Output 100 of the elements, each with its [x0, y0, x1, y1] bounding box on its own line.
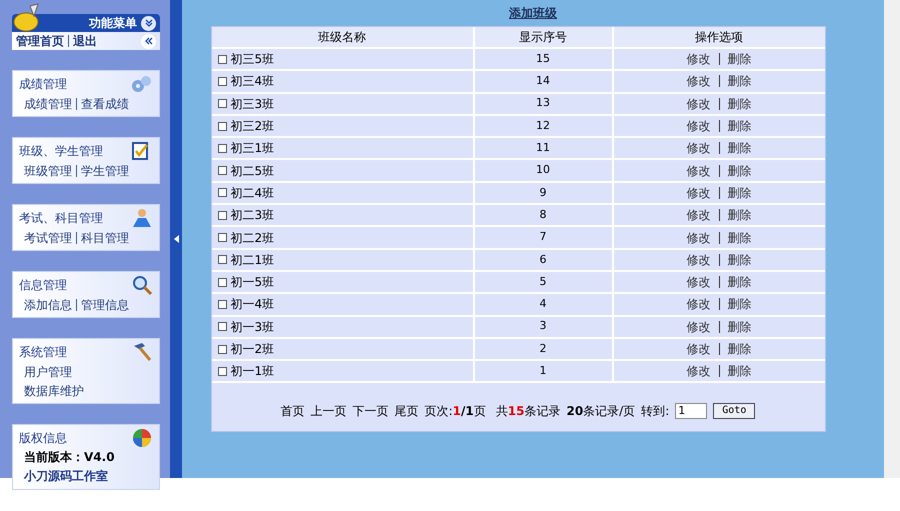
row-checkbox[interactable]: [218, 122, 226, 131]
table-cell-text: 初一4班: [230, 296, 274, 314]
table-cell: 14: [474, 71, 614, 92]
column-header: 班级名称: [212, 27, 474, 47]
row-checkbox[interactable]: [218, 54, 226, 64]
pager-link[interactable]: 尾页: [394, 402, 419, 420]
table-cell-text: 初二2班: [230, 230, 274, 247]
table-cell-text: 初二5班: [230, 162, 274, 180]
action-link[interactable]: 修改: [686, 362, 710, 380]
action-link[interactable]: 修改: [686, 139, 710, 158]
studio-text: 小刀源码工作室: [22, 468, 109, 485]
page-input[interactable]: 1: [675, 403, 708, 420]
row-checkbox[interactable]: [218, 366, 226, 376]
row-checkbox[interactable]: [218, 166, 226, 176]
record-count: 共15条记录: [496, 403, 560, 420]
collapse-icon[interactable]: [141, 16, 156, 30]
table-cell: 4: [474, 294, 614, 315]
double-left-icon[interactable]: [141, 34, 156, 48]
action-link[interactable]: 删除: [728, 206, 752, 224]
action-link[interactable]: 删除: [728, 117, 752, 136]
action-link[interactable]: 修改: [686, 318, 710, 336]
menu-title: 功能菜单: [89, 15, 137, 32]
table-cell-text: 初三3班: [230, 96, 274, 113]
action-link[interactable]: 删除: [728, 184, 752, 202]
row-checkbox[interactable]: [218, 300, 226, 309]
action-link[interactable]: 修改: [686, 206, 710, 224]
table-cell: 1: [474, 361, 614, 382]
row-checkbox[interactable]: [218, 322, 226, 332]
action-link[interactable]: 删除: [728, 228, 752, 247]
menu-link[interactable]: 查看成绩: [81, 94, 129, 112]
action-link[interactable]: 删除: [728, 295, 752, 314]
menu-link[interactable]: 退出: [73, 32, 97, 50]
column-header: 显示序号: [474, 27, 614, 47]
row-checkbox[interactable]: [218, 99, 226, 108]
table-cell-text: 初三4班: [230, 73, 274, 90]
menu-link[interactable]: 科目管理: [81, 228, 129, 246]
action-link[interactable]: 删除: [728, 72, 752, 90]
page-title-link[interactable]: 添加班级: [509, 4, 557, 26]
table-cell: 11: [474, 138, 614, 158]
action-link[interactable]: 修改: [686, 50, 710, 68]
action-link[interactable]: 修改: [686, 295, 710, 314]
table-cell: 12: [474, 116, 614, 136]
table-cell-text: 初一5班: [230, 274, 274, 292]
person-icon: [131, 207, 153, 229]
action-link[interactable]: 修改: [686, 94, 710, 113]
table-cell: 7: [474, 227, 614, 248]
row-checkbox[interactable]: [218, 278, 226, 287]
action-link[interactable]: 删除: [728, 94, 752, 113]
per-page-text: 20条记录/页: [566, 403, 636, 420]
menu-link[interactable]: 添加信息: [24, 296, 72, 314]
section-title: 版权信息: [19, 430, 67, 447]
action-link[interactable]: 删除: [728, 50, 752, 68]
row-checkbox[interactable]: [218, 255, 226, 264]
menu-link[interactable]: 管理信息: [81, 296, 129, 314]
menu-link[interactable]: 管理首页: [16, 32, 64, 50]
table-cell: 13: [474, 94, 614, 114]
action-link[interactable]: 修改: [686, 117, 710, 136]
menu-link[interactable]: 考试管理: [24, 228, 72, 246]
action-link[interactable]: 修改: [686, 250, 710, 269]
goto-button[interactable]: Goto: [713, 403, 756, 420]
action-link[interactable]: 修改: [686, 340, 710, 358]
action-link[interactable]: 删除: [728, 362, 752, 380]
action-link[interactable]: 删除: [728, 250, 752, 269]
action-link[interactable]: 删除: [728, 139, 752, 158]
collapse-arrow-icon[interactable]: [174, 235, 178, 243]
action-link[interactable]: 删除: [728, 318, 752, 336]
action-link[interactable]: 修改: [686, 72, 710, 90]
action-link[interactable]: 删除: [728, 340, 752, 358]
menu-link[interactable]: 成绩管理: [24, 94, 72, 112]
table-cell-text: 初二1班: [230, 252, 274, 269]
action-link[interactable]: 修改: [686, 162, 710, 180]
table-cell: 8: [474, 205, 614, 226]
row-checkbox[interactable]: [218, 188, 226, 198]
action-link[interactable]: 删除: [728, 273, 752, 292]
pager-link[interactable]: 首页: [280, 402, 305, 420]
action-link[interactable]: 删除: [728, 162, 752, 180]
section-title: 信息管理: [19, 277, 67, 294]
menu-link[interactable]: 班级管理: [24, 162, 72, 180]
row-checkbox[interactable]: [218, 144, 226, 153]
row-checkbox[interactable]: [218, 233, 226, 242]
table-cell: 3: [474, 316, 614, 337]
pager-link[interactable]: 上一页: [310, 402, 347, 420]
action-link[interactable]: 修改: [686, 228, 710, 247]
row-checkbox[interactable]: [218, 344, 226, 354]
table-cell-text: 初三5班: [230, 51, 274, 68]
table-cell-text: 初二3班: [230, 207, 274, 224]
section-title: 班级、学生管理: [19, 143, 103, 160]
row-checkbox[interactable]: [218, 210, 226, 220]
table-cell-text: 初一3班: [230, 318, 274, 336]
menu-link[interactable]: 数据库维护: [24, 382, 84, 400]
action-link[interactable]: 修改: [686, 184, 710, 202]
menu-link[interactable]: 用户管理: [24, 362, 72, 380]
row-checkbox[interactable]: [218, 76, 226, 86]
table-cell-text: 初二4班: [230, 184, 274, 202]
table-cell: 6: [474, 250, 614, 270]
table-cell-text: 初三1班: [230, 140, 274, 158]
menu-link[interactable]: 学生管理: [81, 162, 129, 180]
table-cell-text: 初三2班: [230, 118, 274, 136]
pager-link[interactable]: 下一页: [352, 402, 389, 420]
action-link[interactable]: 修改: [686, 273, 710, 292]
